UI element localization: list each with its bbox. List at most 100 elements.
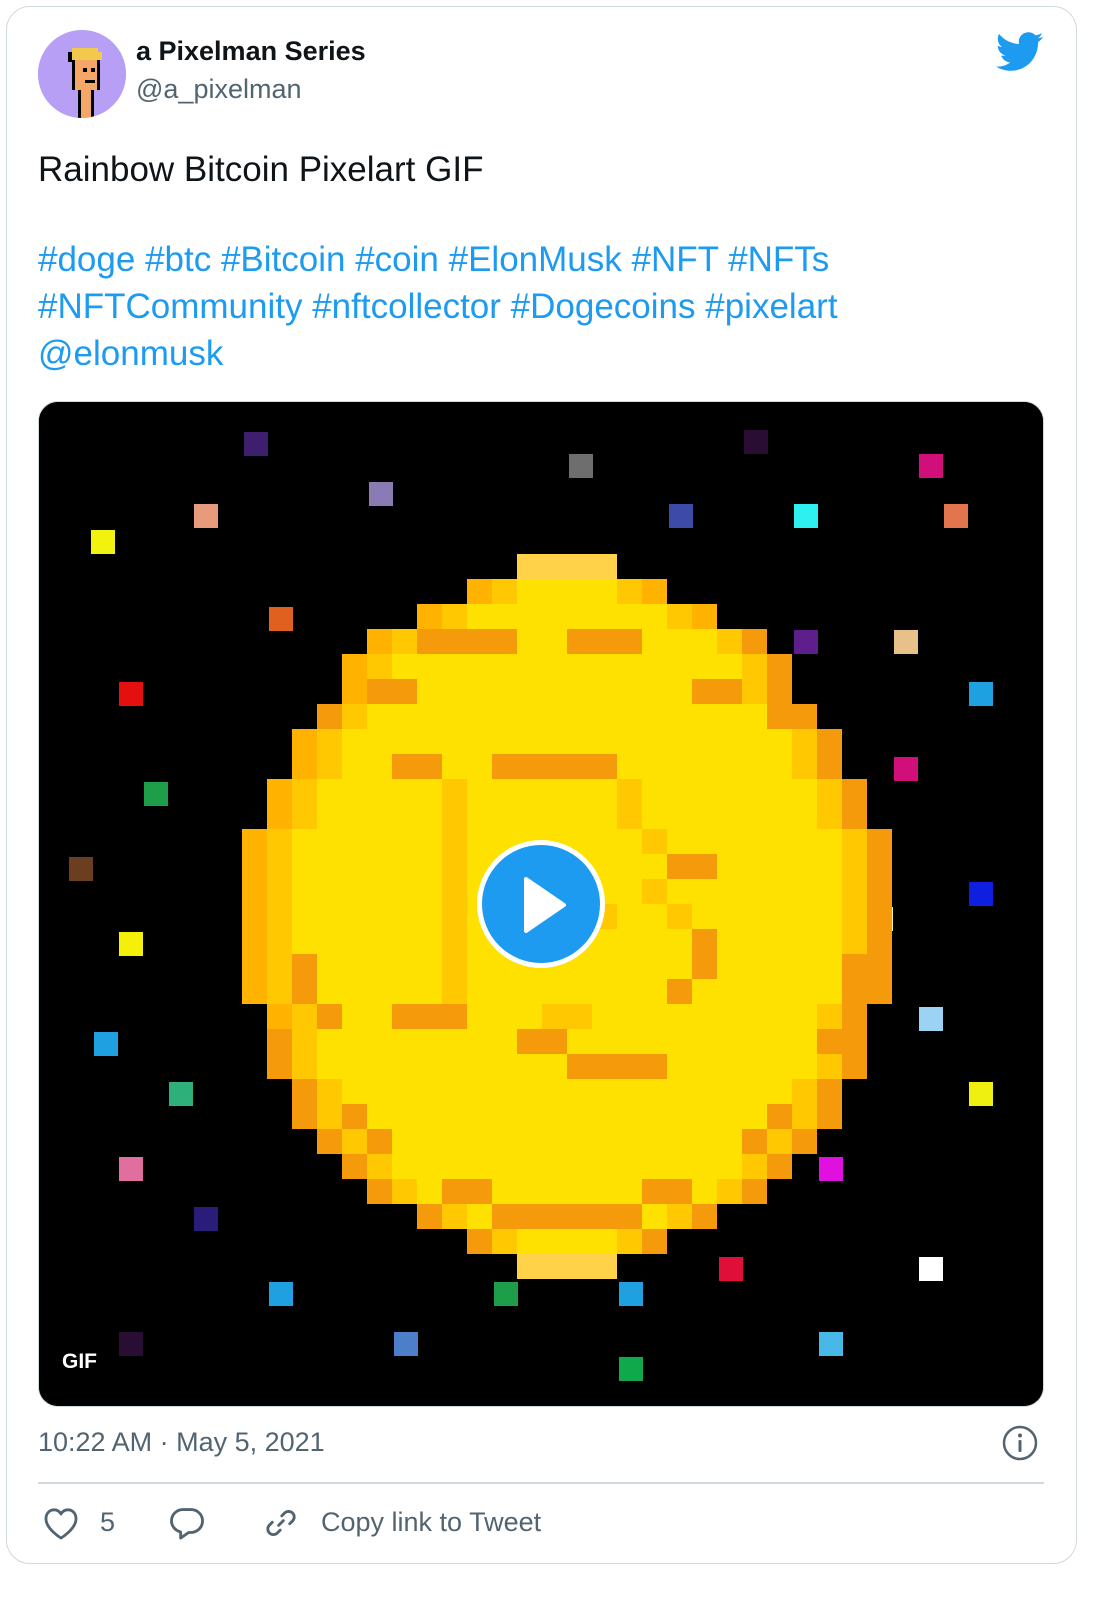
- play-button[interactable]: [477, 840, 605, 968]
- coin-pixel: [692, 854, 717, 879]
- coin-pixel: [842, 979, 867, 1004]
- coin-pixel: [617, 954, 642, 979]
- coin-pixel: [342, 804, 367, 829]
- coin-pixel: [417, 704, 442, 729]
- coin-pixel: [792, 954, 817, 979]
- coin-pixel: [442, 1004, 467, 1029]
- coin-pixel: [417, 604, 442, 629]
- coin-pixel: [717, 854, 742, 879]
- coin-pixel: [717, 1179, 742, 1204]
- coin-pixel: [717, 1104, 742, 1129]
- info-icon[interactable]: [1002, 1425, 1038, 1461]
- coin-pixel: [367, 854, 392, 879]
- coin-pixel: [367, 1104, 392, 1129]
- coin-pixel: [567, 1229, 592, 1254]
- star-pixel: [69, 857, 93, 881]
- coin-pixel: [742, 1029, 767, 1054]
- coin-pixel: [667, 1204, 692, 1229]
- coin-pixel: [742, 704, 767, 729]
- coin-pixel: [442, 954, 467, 979]
- hashtag-link[interactable]: #NFTCommunity: [38, 287, 302, 326]
- coin-pixel: [592, 1229, 617, 1254]
- hashtag-link[interactable]: #nftcollector: [312, 287, 501, 326]
- coin-pixel: [392, 779, 417, 804]
- hashtag-link[interactable]: #doge: [38, 240, 135, 279]
- coin-pixel: [617, 779, 642, 804]
- coin-pixel: [242, 879, 267, 904]
- star-pixel: [394, 1332, 418, 1356]
- twitter-bird-icon[interactable]: [995, 32, 1044, 72]
- coin-pixel: [467, 1029, 492, 1054]
- coin-pixel: [642, 1204, 667, 1229]
- hashtag-link[interactable]: #ElonMusk: [449, 240, 622, 279]
- coin-pixel: [567, 1104, 592, 1129]
- coin-pixel: [767, 754, 792, 779]
- link-icon[interactable]: [262, 1504, 300, 1542]
- coin-pixel: [817, 879, 842, 904]
- hashtag-link[interactable]: #Bitcoin: [221, 240, 346, 279]
- coin-pixel: [492, 1054, 517, 1079]
- coin-pixel: [592, 629, 617, 654]
- heart-icon[interactable]: [42, 1505, 80, 1541]
- hashtag-link[interactable]: #coin: [355, 240, 439, 279]
- author-display-name[interactable]: a Pixelman Series: [136, 36, 366, 67]
- coin-pixel: [442, 904, 467, 929]
- tweet-timestamp[interactable]: 10:22 AM · May 5, 2021: [38, 1427, 325, 1458]
- coin-pixel: [542, 554, 567, 579]
- coin-pixel: [292, 1054, 317, 1079]
- star-pixel: [269, 1282, 293, 1306]
- author-avatar[interactable]: [38, 30, 126, 118]
- coin-pixel: [742, 679, 767, 704]
- coin-pixel: [792, 929, 817, 954]
- coin-pixel: [842, 1054, 867, 1079]
- coin-pixel: [517, 1029, 542, 1054]
- coin-pixel: [667, 729, 692, 754]
- coin-pixel: [417, 754, 442, 779]
- coin-pixel: [542, 654, 567, 679]
- hashtag-link[interactable]: #btc: [145, 240, 211, 279]
- coin-pixel: [517, 1004, 542, 1029]
- coin-pixel: [742, 729, 767, 754]
- coin-pixel: [717, 1029, 742, 1054]
- hashtag-link[interactable]: #NFT: [632, 240, 719, 279]
- coin-pixel: [717, 654, 742, 679]
- mention-link[interactable]: @elonmusk: [38, 334, 223, 373]
- coin-pixel: [617, 1104, 642, 1129]
- coin-pixel: [542, 704, 567, 729]
- hashtag-link[interactable]: #NFTs: [728, 240, 829, 279]
- copy-link-button[interactable]: Copy link to Tweet: [321, 1507, 541, 1538]
- coin-pixel: [792, 879, 817, 904]
- coin-pixel: [592, 1129, 617, 1154]
- coin-pixel: [767, 729, 792, 754]
- coin-pixel: [417, 1004, 442, 1029]
- coin-pixel: [442, 879, 467, 904]
- coin-pixel: [667, 704, 692, 729]
- coin-pixel: [592, 654, 617, 679]
- coin-pixel: [817, 929, 842, 954]
- coin-pixel: [667, 979, 692, 1004]
- author-handle[interactable]: @a_pixelman: [136, 74, 302, 105]
- coin-pixel: [867, 879, 892, 904]
- coin-pixel: [767, 854, 792, 879]
- coin-pixel: [542, 1254, 567, 1279]
- coin-pixel: [867, 929, 892, 954]
- coin-pixel: [767, 804, 792, 829]
- coin-pixel: [592, 679, 617, 704]
- coin-pixel: [617, 979, 642, 1004]
- coin-pixel: [417, 1129, 442, 1154]
- coin-pixel: [392, 754, 417, 779]
- coin-pixel: [592, 1104, 617, 1129]
- coin-pixel: [417, 1054, 442, 1079]
- coin-pixel: [642, 904, 667, 929]
- coin-pixel: [617, 704, 642, 729]
- coin-pixel: [517, 979, 542, 1004]
- hashtag-link[interactable]: #Dogecoins: [511, 287, 696, 326]
- coin-pixel: [417, 904, 442, 929]
- coin-pixel: [667, 779, 692, 804]
- hashtag-link[interactable]: #pixelart: [705, 287, 837, 326]
- coin-pixel: [392, 829, 417, 854]
- coin-pixel: [767, 954, 792, 979]
- coin-pixel: [617, 1204, 642, 1229]
- reply-icon[interactable]: [168, 1505, 206, 1541]
- coin-pixel: [267, 779, 292, 804]
